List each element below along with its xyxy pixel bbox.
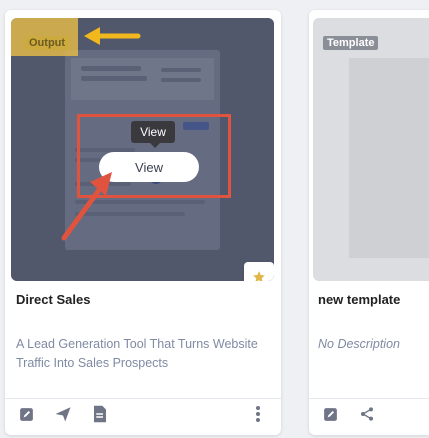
card-actions [5, 402, 281, 430]
card-divider [309, 398, 429, 399]
star-icon [253, 271, 265, 281]
template-preview [349, 58, 429, 258]
report-button[interactable] [90, 404, 110, 424]
edit-button[interactable] [320, 404, 340, 424]
card-title[interactable]: new template [318, 292, 400, 307]
card-description: No Description [318, 337, 400, 351]
card-divider [5, 398, 281, 399]
share-icon [361, 407, 373, 421]
edit-button[interactable] [16, 404, 36, 424]
document-icon [94, 405, 106, 423]
share-button[interactable] [357, 404, 377, 424]
card-actions [309, 402, 429, 430]
edit-icon [19, 407, 33, 421]
template-card-new-template[interactable]: Template new template No Description [309, 10, 429, 435]
card-title[interactable]: Direct Sales [16, 292, 90, 307]
template-card-direct-sales[interactable]: Output View View Direct Sales A Lead Gen… [5, 10, 281, 435]
more-vertical-icon [256, 406, 260, 422]
card-description: A Lead Generation Tool That Turns Websit… [16, 337, 258, 370]
card-thumbnail[interactable]: Template [313, 18, 429, 281]
view-tooltip: View [131, 121, 175, 148]
output-badge: Output [25, 36, 70, 50]
card-thumbnail[interactable]: Output View View [11, 18, 274, 281]
edit-icon [323, 407, 337, 421]
send-button[interactable] [53, 404, 73, 424]
send-icon [55, 407, 71, 422]
more-options-button[interactable] [248, 404, 268, 424]
favorite-button[interactable] [244, 262, 274, 281]
template-badge: Template [323, 36, 379, 50]
view-button[interactable]: View [99, 152, 199, 182]
